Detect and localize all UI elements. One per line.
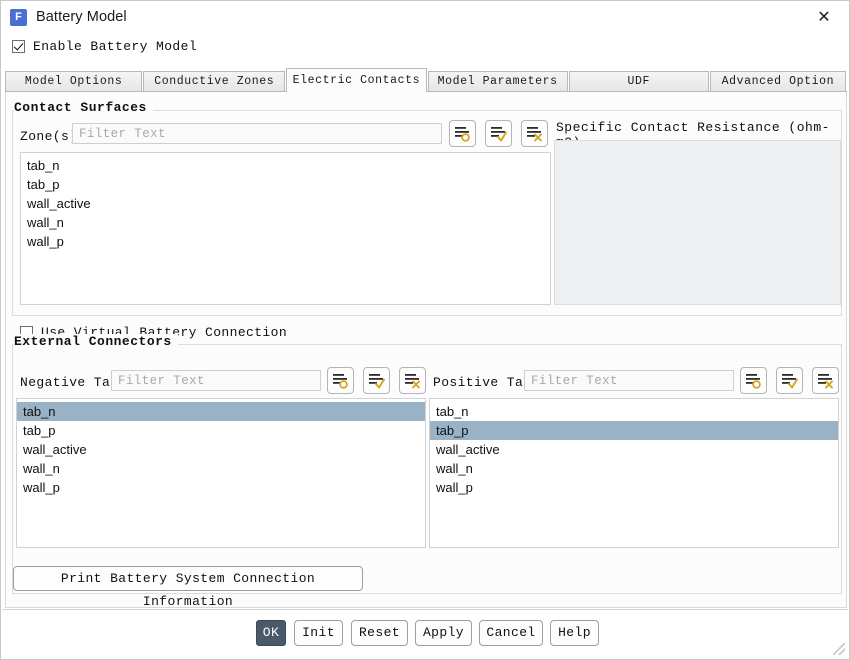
tab-advanced-option[interactable]: Advanced Option — [709, 71, 846, 91]
tab-electric-contacts[interactable]: Electric Contacts — [286, 68, 427, 92]
positive-tab-label: Positive Tab — [433, 375, 532, 390]
tab-model-parameters[interactable]: Model Parameters — [427, 71, 568, 91]
negative-filter-select-all-icon[interactable] — [363, 367, 390, 394]
list-item[interactable]: wall_active — [17, 440, 425, 459]
print-battery-system-connection-information-button[interactable]: Print Battery System Connection Informat… — [13, 566, 363, 609]
tab-udf[interactable]: UDF — [568, 71, 709, 91]
tab-model-options[interactable]: Model Options — [5, 71, 143, 91]
filter-select-all-icon[interactable] — [485, 120, 512, 147]
reset-button[interactable]: Reset — [351, 620, 408, 646]
tab-strip: Model Options Conductive Zones Electric … — [5, 68, 847, 92]
negative-tab-listbox[interactable]: tab_n tab_p wall_active wall_n wall_p — [16, 398, 426, 548]
list-item[interactable]: tab_p — [430, 421, 838, 440]
electric-contacts-panel: Contact Surfaces Zone(s) Filter Text tab… — [5, 92, 847, 609]
zones-label: Zone(s) — [20, 129, 78, 144]
window-title: Battery Model — [36, 9, 127, 25]
list-item[interactable]: tab_n — [21, 156, 550, 175]
negative-filter-highlight-icon[interactable] — [327, 367, 354, 394]
enable-battery-model-checkbox[interactable] — [12, 40, 25, 53]
contact-surfaces-title: Contact Surfaces — [14, 100, 153, 115]
negative-tab-filter-input[interactable] — [111, 370, 321, 391]
positive-filter-deselect-all-icon[interactable] — [812, 367, 839, 394]
apply-button[interactable]: Apply — [415, 620, 472, 646]
list-item[interactable]: wall_p — [430, 478, 838, 497]
resize-grip[interactable] — [833, 643, 845, 655]
list-item[interactable]: wall_n — [430, 459, 838, 478]
dialog-footer: OK Init Reset Apply Cancel Help CFD之道 — [2, 609, 848, 658]
fluent-f-icon — [10, 8, 27, 26]
list-item[interactable]: wall_active — [21, 194, 550, 213]
enable-battery-model-row[interactable]: Enable Battery Model — [12, 39, 197, 54]
list-item[interactable]: wall_n — [21, 213, 550, 232]
external-connectors-title: External Connectors — [14, 334, 178, 349]
positive-filter-select-all-icon[interactable] — [776, 367, 803, 394]
positive-tab-listbox[interactable]: tab_n tab_p wall_active wall_n wall_p — [429, 398, 839, 548]
list-item[interactable]: wall_active — [430, 440, 838, 459]
enable-battery-model-label: Enable Battery Model — [33, 39, 198, 54]
ok-button[interactable]: OK — [256, 620, 286, 646]
title-bar: Battery Model ✕ — [1, 1, 849, 33]
specific-contact-resistance-panel[interactable] — [554, 140, 841, 305]
positive-tab-filter-input[interactable] — [524, 370, 734, 391]
list-item[interactable]: tab_p — [21, 175, 550, 194]
list-item[interactable]: tab_n — [17, 402, 425, 421]
cancel-button[interactable]: Cancel — [479, 620, 543, 646]
zones-filter-input[interactable] — [72, 123, 442, 144]
filter-deselect-all-icon[interactable] — [521, 120, 548, 147]
filter-highlight-icon[interactable] — [449, 120, 476, 147]
list-item[interactable]: wall_p — [21, 232, 550, 251]
negative-filter-deselect-all-icon[interactable] — [399, 367, 426, 394]
positive-filter-highlight-icon[interactable] — [740, 367, 767, 394]
list-item[interactable]: tab_n — [430, 402, 838, 421]
list-item[interactable]: tab_p — [17, 421, 425, 440]
battery-model-dialog: Battery Model ✕ Enable Battery Model Mod… — [0, 0, 850, 660]
zones-listbox[interactable]: tab_n tab_p wall_active wall_n wall_p — [20, 152, 551, 305]
negative-tab-label: Negative Tab — [20, 375, 119, 390]
init-button[interactable]: Init — [294, 620, 343, 646]
close-icon[interactable]: ✕ — [809, 6, 839, 28]
tab-conductive-zones[interactable]: Conductive Zones — [143, 71, 286, 91]
help-button[interactable]: Help — [550, 620, 599, 646]
list-item[interactable]: wall_p — [17, 478, 425, 497]
list-item[interactable]: wall_n — [17, 459, 425, 478]
